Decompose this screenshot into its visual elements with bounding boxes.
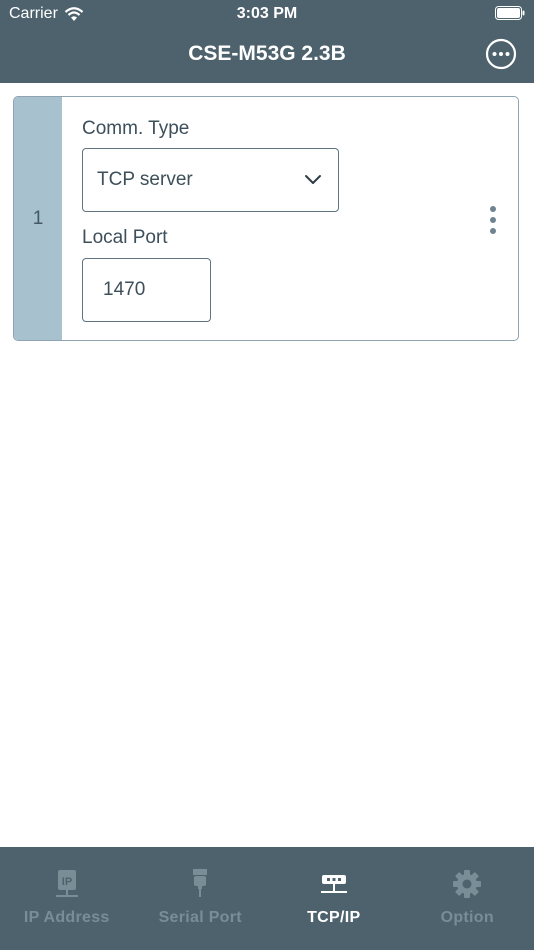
tab-serial-port[interactable]: Serial Port xyxy=(134,847,268,950)
battery-icon xyxy=(495,6,525,20)
ip-icon: IP xyxy=(55,870,78,897)
network-icon xyxy=(320,875,347,893)
local-port-value: 1470 xyxy=(103,279,146,300)
comm-type-value: TCP server xyxy=(97,169,193,190)
serial-port-icon xyxy=(193,869,208,897)
connection-card: 1 Comm. Type TCP server Local Port 1470 xyxy=(13,96,519,341)
comm-type-select[interactable]: TCP server xyxy=(82,148,339,212)
tab-label: IP Address xyxy=(23,909,110,926)
more-circle-icon[interactable] xyxy=(485,38,517,70)
kebab-menu-icon[interactable] xyxy=(488,205,498,235)
tab-ip-address[interactable]: IP IP Address xyxy=(0,847,134,950)
app-screen: Carrier 3:03 PM CSE-M53G 2.3B 1 Comm. Ty… xyxy=(0,0,534,950)
card-index: 1 xyxy=(14,97,62,340)
svg-text:IP: IP xyxy=(62,876,72,888)
header-bar: Carrier 3:03 PM CSE-M53G 2.3B xyxy=(0,0,534,83)
chevron-down-icon xyxy=(305,175,321,184)
page-title: CSE-M53G 2.3B xyxy=(188,42,346,65)
tab-label: TCP/IP xyxy=(307,909,361,926)
tab-label: Option xyxy=(440,909,494,926)
local-port-input[interactable]: 1470 xyxy=(82,258,211,322)
tab-bar: IP IP Address Serial Port TCP/IP Option xyxy=(0,847,534,950)
status-time: 3:03 PM xyxy=(236,5,298,22)
tab-tcp-ip[interactable]: TCP/IP xyxy=(267,847,401,950)
tab-option[interactable]: Option xyxy=(401,847,534,950)
tab-label: Serial Port xyxy=(158,909,242,926)
gear-icon xyxy=(453,870,482,898)
comm-type-label: Comm. Type xyxy=(82,118,190,139)
local-port-label: Local Port xyxy=(82,227,168,248)
